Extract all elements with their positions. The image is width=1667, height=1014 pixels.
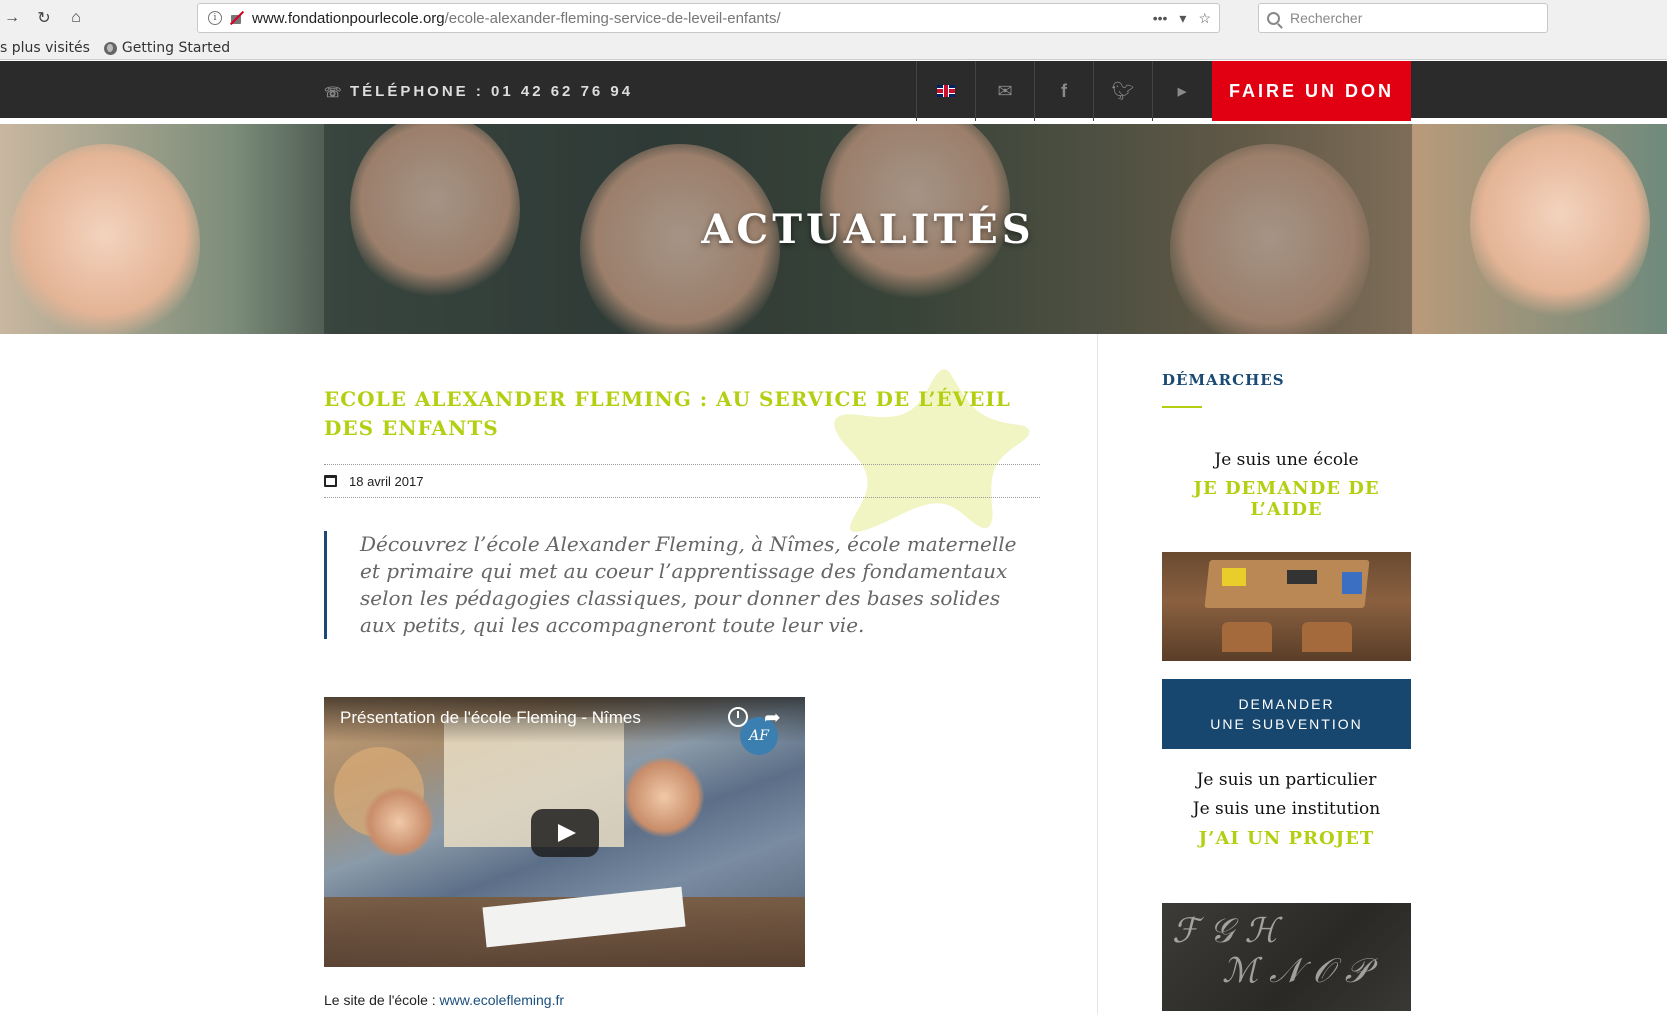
url-actions: ••• ▾ ☆ — [1153, 4, 1211, 32]
globe-icon — [103, 41, 117, 55]
facebook-button[interactable]: f — [1034, 61, 1093, 121]
content-divider — [1097, 334, 1098, 1014]
mail-button[interactable]: ✉ — [975, 61, 1034, 121]
bookmark-most-visited[interactable]: s plus visités — [0, 40, 90, 56]
post-title: ECOLE ALEXANDER FLEMING : AU SERVICE DE … — [324, 387, 1011, 440]
video-player[interactable]: Présentation de l'école Fleming - Nîmes … — [324, 697, 805, 967]
chair-shape — [1302, 622, 1352, 652]
share-icon[interactable]: ➦ — [764, 705, 781, 730]
book-shape — [1222, 568, 1246, 586]
post-date: 18 avril 2017 — [349, 473, 424, 489]
hero-photo-face — [1470, 124, 1650, 324]
hero-photo-face — [10, 144, 200, 334]
sidebar-title-underline — [1162, 406, 1202, 408]
insecure-lock-icon — [228, 11, 244, 25]
bookmarks-bar: s plus visités Getting Started — [0, 38, 244, 58]
video-frame-child — [624, 757, 704, 837]
browser-nav: → ↻ ⌂ — [0, 6, 96, 30]
post-meta: 18 avril 2017 — [324, 464, 1040, 498]
url-bar[interactable]: i www.fondationpourlecole.org/ecole-alex… — [197, 3, 1220, 33]
bookmark-star-icon[interactable]: ☆ — [1198, 10, 1211, 27]
calendar-icon — [324, 475, 337, 487]
search-input[interactable]: Rechercher — [1258, 3, 1548, 33]
individual-text: Je suis un particulier — [1196, 770, 1377, 790]
page-title: ACTUALITÉS — [701, 205, 1035, 253]
play-button[interactable] — [531, 809, 599, 857]
home-icon[interactable]: ⌂ — [64, 6, 88, 30]
bookmark-getting-started[interactable]: Getting Started — [103, 40, 230, 56]
subsidy-line-2: UNE SUBVENTION — [1210, 716, 1363, 732]
school-text: Je suis une école — [1214, 450, 1359, 470]
phone-number: ☏ TÉLÉPHONE : 01 42 62 76 94 — [324, 82, 634, 101]
language-en-button[interactable] — [916, 61, 975, 121]
chair-shape — [1222, 622, 1272, 652]
phone-icon: ☏ — [324, 84, 342, 100]
book-shape — [1342, 572, 1362, 594]
youtube-button[interactable]: ▶ — [1152, 61, 1211, 121]
chalk-writing: ℳ 𝒩 𝒪 𝒫 — [1222, 951, 1370, 991]
subsidy-line-1: DEMANDER — [1238, 696, 1335, 712]
youtube-icon: ▶ — [1177, 85, 1187, 98]
info-icon[interactable]: i — [208, 11, 222, 25]
uk-flag-icon — [937, 85, 955, 97]
chalk-writing: ℱ 𝒢 ℋ — [1172, 911, 1279, 951]
slate-shape — [1287, 570, 1317, 584]
search-placeholder: Rechercher — [1290, 10, 1363, 26]
search-icon — [1267, 11, 1280, 25]
reload-icon[interactable]: ↻ — [32, 6, 56, 30]
project-link[interactable]: J’AI UN PROJET — [1162, 828, 1411, 849]
video-title[interactable]: Présentation de l'école Fleming - Nîmes — [340, 708, 641, 728]
topbar-icons: ✉ f 🐦︎ ▶ — [916, 61, 1211, 121]
watch-later-icon[interactable] — [728, 707, 748, 727]
request-help-link[interactable]: JE DEMANDE DE L’AIDE — [1162, 478, 1411, 520]
institution-text: Je suis une institution — [1192, 799, 1381, 819]
request-subsidy-button[interactable]: DEMANDER UNE SUBVENTION — [1162, 679, 1411, 749]
hero-banner: ACTUALITÉS — [0, 124, 1667, 334]
more-icon[interactable]: ••• — [1153, 10, 1168, 26]
school-site-link[interactable]: www.ecolefleming.fr — [440, 992, 565, 1008]
twitter-button[interactable]: 🐦︎ — [1093, 61, 1152, 121]
pocket-icon[interactable]: ▾ — [1179, 10, 1186, 27]
blackboard-image: ℱ 𝒢 ℋ ℳ 𝒩 𝒪 𝒫 — [1162, 903, 1411, 1011]
facebook-icon: f — [1061, 80, 1067, 101]
browser-chrome: → ↻ ⌂ i www.fondationpourlecole.org/ecol… — [0, 0, 1667, 60]
school-site-label: Le site de l'école : — [324, 992, 440, 1008]
twitter-icon: 🐦︎ — [1111, 80, 1135, 101]
forward-icon[interactable]: → — [0, 6, 24, 30]
mail-icon: ✉ — [997, 80, 1013, 101]
site-topbar: ☏ TÉLÉPHONE : 01 42 62 76 94 ✉ f 🐦︎ ▶ FA… — [0, 61, 1667, 121]
school-site-line: Le site de l'école : www.ecolefleming.fr — [324, 992, 564, 1008]
post-intro-quote: Découvrez l’école Alexander Fleming, à N… — [324, 531, 1040, 639]
sidebar-title: DÉMARCHES — [1162, 371, 1285, 389]
url-text: www.fondationpourlecole.org/ecole-alexan… — [252, 9, 781, 27]
school-desk-image — [1162, 552, 1411, 661]
donate-button[interactable]: FAIRE UN DON — [1212, 61, 1411, 121]
video-frame-child — [364, 787, 434, 857]
